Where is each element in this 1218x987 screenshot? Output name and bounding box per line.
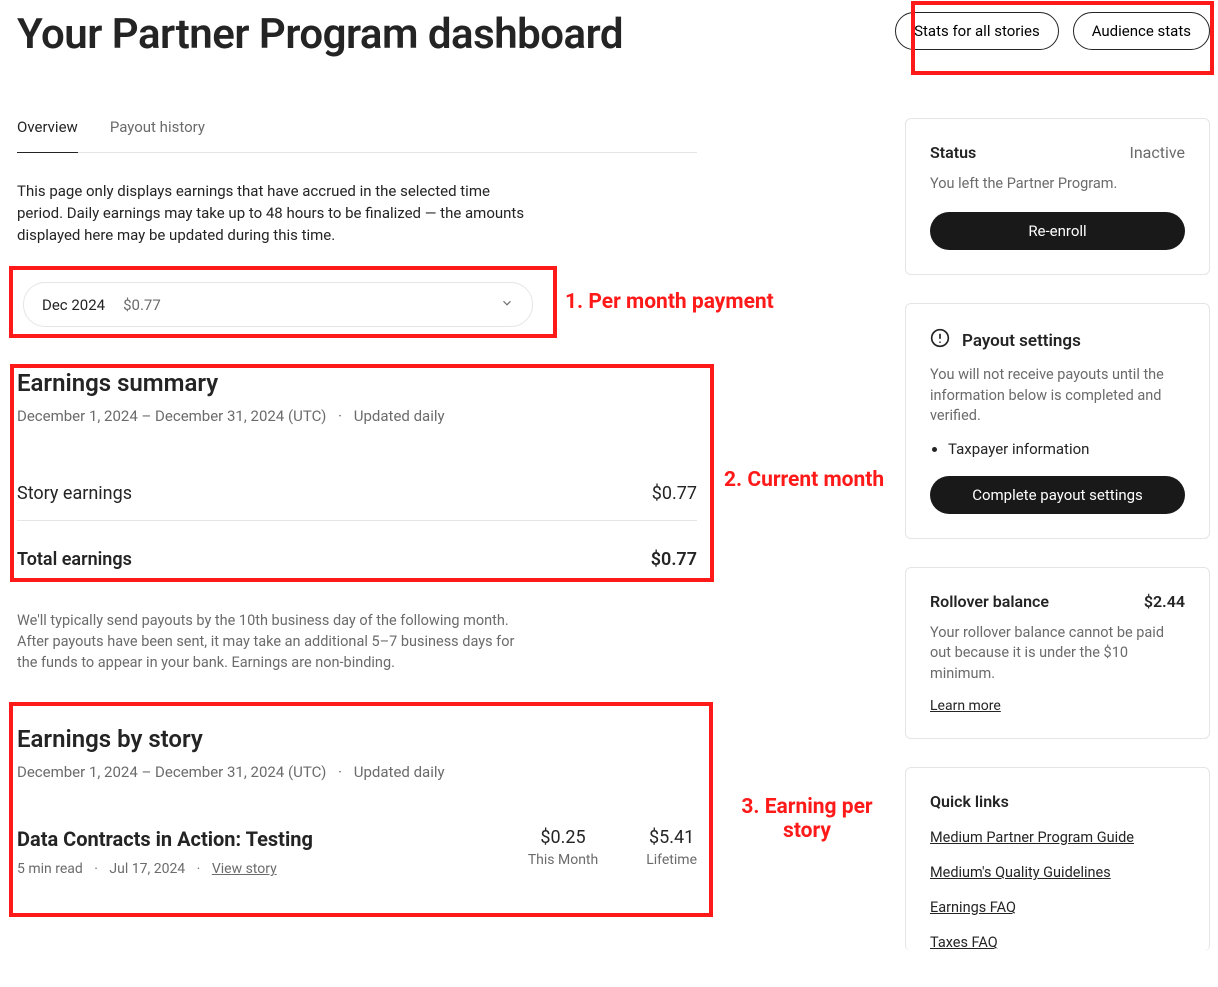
story-read-time: 5 min read bbox=[17, 861, 83, 877]
payout-requirements-list: Taxpayer information bbox=[948, 440, 1185, 458]
payout-settings-title: Payout settings bbox=[962, 331, 1081, 351]
total-earnings-value: $0.77 bbox=[651, 549, 697, 570]
audience-stats-button[interactable]: Audience stats bbox=[1073, 12, 1210, 50]
quick-links-title: Quick links bbox=[930, 792, 1185, 811]
learn-more-link[interactable]: Learn more bbox=[930, 698, 1001, 714]
quick-link[interactable]: Taxes FAQ bbox=[930, 934, 1185, 951]
this-month-label: This Month bbox=[528, 852, 598, 868]
story-row: Data Contracts in Action: Testing 5 min … bbox=[17, 827, 697, 877]
total-earnings-label: Total earnings bbox=[17, 549, 132, 570]
story-date: Jul 17, 2024 bbox=[109, 861, 185, 877]
status-label: Status bbox=[930, 143, 976, 162]
lifetime-value: $5.41 bbox=[646, 827, 697, 848]
month-select[interactable]: Dec 2024 $0.77 bbox=[23, 282, 533, 327]
earnings-by-story-title: Earnings by story bbox=[17, 725, 697, 753]
dot-separator: · bbox=[197, 861, 201, 877]
dot-separator: · bbox=[338, 763, 342, 781]
status-value: Inactive bbox=[1129, 143, 1185, 162]
story-meta: 5 min read · Jul 17, 2024 · View story bbox=[17, 861, 528, 877]
top-buttons: Stats for all stories Audience stats bbox=[895, 10, 1210, 60]
month-select-month: Dec 2024 bbox=[42, 296, 105, 314]
alert-icon bbox=[930, 328, 950, 353]
sidebar: Status Inactive You left the Partner Pro… bbox=[905, 118, 1210, 979]
rollover-card: Rollover balance $2.44 Your rollover bal… bbox=[905, 567, 1210, 739]
tabs: Overview Payout history bbox=[17, 118, 697, 153]
complete-payout-settings-button[interactable]: Complete payout settings bbox=[930, 476, 1185, 514]
page-title: Your Partner Program dashboard bbox=[17, 10, 623, 59]
intro-text: This page only displays earnings that ha… bbox=[17, 181, 537, 246]
quick-link[interactable]: Medium Partner Program Guide bbox=[930, 829, 1185, 846]
month-select-amount: $0.77 bbox=[123, 296, 161, 314]
earnings-by-story-range: December 1, 2024 – December 31, 2024 (UT… bbox=[17, 763, 326, 781]
quick-link[interactable]: Earnings FAQ bbox=[930, 899, 1185, 916]
payout-settings-card: Payout settings You will not receive pay… bbox=[905, 303, 1210, 539]
stats-all-stories-button[interactable]: Stats for all stories bbox=[895, 12, 1059, 50]
payout-settings-desc: You will not receive payouts until the i… bbox=[930, 365, 1185, 426]
earnings-summary-sub: December 1, 2024 – December 31, 2024 (UT… bbox=[17, 407, 697, 425]
total-earnings-row: Total earnings $0.77 bbox=[17, 533, 697, 586]
lifetime-label: Lifetime bbox=[646, 852, 697, 868]
story-earnings-row: Story earnings $0.77 bbox=[17, 467, 697, 521]
quick-link[interactable]: Medium's Quality Guidelines bbox=[930, 864, 1185, 881]
chevron-down-icon bbox=[500, 295, 514, 314]
story-earnings-value: $0.77 bbox=[652, 483, 697, 504]
dot-separator: · bbox=[94, 861, 98, 877]
story-earnings-label: Story earnings bbox=[17, 483, 132, 504]
earnings-summary-title: Earnings summary bbox=[17, 369, 697, 397]
lifetime-col: $5.41 Lifetime bbox=[646, 827, 697, 868]
reenroll-button[interactable]: Re-enroll bbox=[930, 212, 1185, 250]
view-story-link[interactable]: View story bbox=[212, 861, 277, 877]
story-title: Data Contracts in Action: Testing bbox=[17, 827, 528, 851]
rollover-label: Rollover balance bbox=[930, 592, 1049, 611]
quick-links-card: Quick links Medium Partner Program Guide… bbox=[905, 767, 1210, 951]
earnings-summary-range: December 1, 2024 – December 31, 2024 (UT… bbox=[17, 407, 326, 425]
rollover-value: $2.44 bbox=[1144, 592, 1185, 611]
rollover-desc: Your rollover balance cannot be paid out… bbox=[930, 623, 1185, 684]
status-desc: You left the Partner Program. bbox=[930, 174, 1185, 194]
payout-requirement-item: Taxpayer information bbox=[948, 440, 1185, 458]
earnings-summary-updated: Updated daily bbox=[354, 407, 445, 425]
dot-separator: · bbox=[338, 407, 342, 425]
earnings-by-story-updated: Updated daily bbox=[354, 763, 445, 781]
earnings-by-story-sub: December 1, 2024 – December 31, 2024 (UT… bbox=[17, 763, 697, 781]
this-month-col: $0.25 This Month bbox=[528, 827, 598, 868]
this-month-value: $0.25 bbox=[528, 827, 598, 848]
tab-overview[interactable]: Overview bbox=[17, 118, 78, 153]
payout-footnote: We'll typically send payouts by the 10th… bbox=[17, 610, 517, 673]
status-card: Status Inactive You left the Partner Pro… bbox=[905, 118, 1210, 275]
main-column: Overview Payout history This page only d… bbox=[17, 118, 697, 979]
tab-payout-history[interactable]: Payout history bbox=[110, 118, 205, 152]
